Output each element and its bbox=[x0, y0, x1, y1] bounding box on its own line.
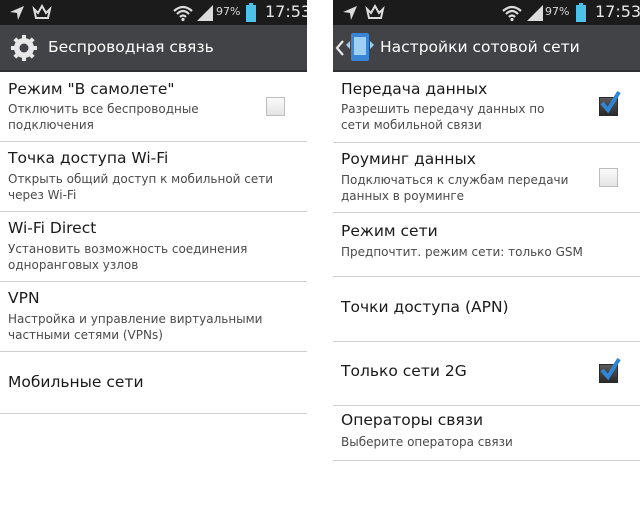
item-summary: Открыть общий доступ к мобильной сети че… bbox=[8, 172, 274, 202]
signal-strength-icon bbox=[527, 5, 543, 21]
item-title: VPN bbox=[8, 289, 40, 307]
mobile-networks-item[interactable]: Мобильные сети bbox=[0, 352, 307, 414]
item-title: Передача данных bbox=[341, 80, 488, 98]
item-title: Режим "В самолете" bbox=[8, 80, 175, 98]
wireless-settings-screen: 97% 17:53 Беспроводная связь Режим "В са… bbox=[0, 0, 307, 512]
data-roaming-checkbox[interactable] bbox=[599, 168, 618, 187]
crown-icon bbox=[32, 3, 52, 19]
item-summary: Настройка и управление виртуальными част… bbox=[8, 312, 263, 342]
checkmark-icon bbox=[600, 90, 621, 114]
item-summary: Предпочтит. режим сети: только GSM bbox=[341, 245, 583, 259]
wifi-icon bbox=[173, 5, 193, 22]
navigation-arrow-icon bbox=[10, 6, 24, 20]
item-title: Точка доступа Wi-Fi bbox=[8, 149, 169, 167]
item-title: Мобильные сети bbox=[8, 373, 144, 391]
battery-icon bbox=[576, 3, 586, 22]
item-title: Режим сети bbox=[341, 222, 438, 240]
clock: 17:53 bbox=[595, 2, 640, 21]
carriers-item[interactable]: Операторы связи Выберите оператора связи bbox=[333, 406, 640, 461]
back-chevron-icon[interactable] bbox=[335, 39, 345, 57]
crown-icon bbox=[365, 3, 385, 19]
2g-only-item[interactable]: Только сети 2G bbox=[333, 342, 640, 406]
airplane-mode-checkbox[interactable] bbox=[266, 97, 285, 116]
screen-title: Беспроводная связь bbox=[48, 38, 214, 56]
item-title: Операторы связи bbox=[341, 411, 484, 429]
mobile-network-icon bbox=[346, 33, 374, 61]
settings-list: Режим "В самолете" Отключить все беспров… bbox=[0, 72, 307, 414]
wifi-icon bbox=[502, 5, 522, 22]
vpn-item[interactable]: VPN Настройка и управление виртуальными … bbox=[0, 282, 307, 352]
2g-only-checkbox[interactable] bbox=[599, 357, 621, 383]
wifi-hotspot-item[interactable]: Точка доступа Wi-Fi Открыть общий доступ… bbox=[0, 142, 307, 212]
battery-icon bbox=[246, 3, 256, 22]
airplane-mode-item[interactable]: Режим "В самолете" Отключить все беспров… bbox=[0, 72, 307, 142]
action-bar: Настройки сотовой сети bbox=[333, 25, 640, 72]
battery-percent: 97% bbox=[216, 5, 241, 18]
item-summary: Установить возможность соединения однора… bbox=[8, 242, 248, 272]
status-bar: 97% 17:53 bbox=[0, 0, 307, 25]
battery-percent: 97% bbox=[545, 5, 570, 18]
wifi-direct-item[interactable]: Wi-Fi Direct Установить возможность соед… bbox=[0, 212, 307, 282]
signal-strength-icon bbox=[197, 5, 213, 21]
item-summary: Выберите оператора связи bbox=[341, 435, 513, 449]
settings-list: Передача данных Разрешить передачу данны… bbox=[333, 72, 640, 461]
screen-title: Настройки сотовой сети bbox=[380, 38, 580, 56]
network-mode-item[interactable]: Режим сети Предпочтит. режим сети: тольк… bbox=[333, 213, 640, 277]
data-transfer-checkbox[interactable] bbox=[599, 90, 621, 116]
access-points-item[interactable]: Точки доступа (APN) bbox=[333, 277, 640, 342]
item-title: Только сети 2G bbox=[341, 362, 467, 380]
data-roaming-item[interactable]: Роуминг данных Подключаться к службам пе… bbox=[333, 143, 640, 213]
item-title: Точки доступа (APN) bbox=[341, 298, 509, 316]
item-summary: Отключить все беспроводные подключения bbox=[8, 102, 199, 132]
gear-icon bbox=[11, 35, 37, 61]
item-summary: Разрешить передачу данных по сети мобиль… bbox=[341, 102, 545, 132]
checkmark-icon bbox=[600, 357, 621, 381]
mobile-network-settings-screen: 97% 17:53 Настройки сотовой сети Передач… bbox=[333, 0, 640, 512]
action-bar: Беспроводная связь bbox=[0, 25, 307, 72]
item-title: Wi-Fi Direct bbox=[8, 219, 97, 237]
status-bar: 97% 17:53 bbox=[333, 0, 640, 25]
data-transfer-item[interactable]: Передача данных Разрешить передачу данны… bbox=[333, 72, 640, 143]
item-summary: Подключаться к службам передачи данных в… bbox=[341, 173, 569, 203]
navigation-arrow-icon bbox=[343, 6, 357, 20]
item-title: Роуминг данных bbox=[341, 150, 476, 168]
clock: 17:53 bbox=[265, 2, 307, 21]
